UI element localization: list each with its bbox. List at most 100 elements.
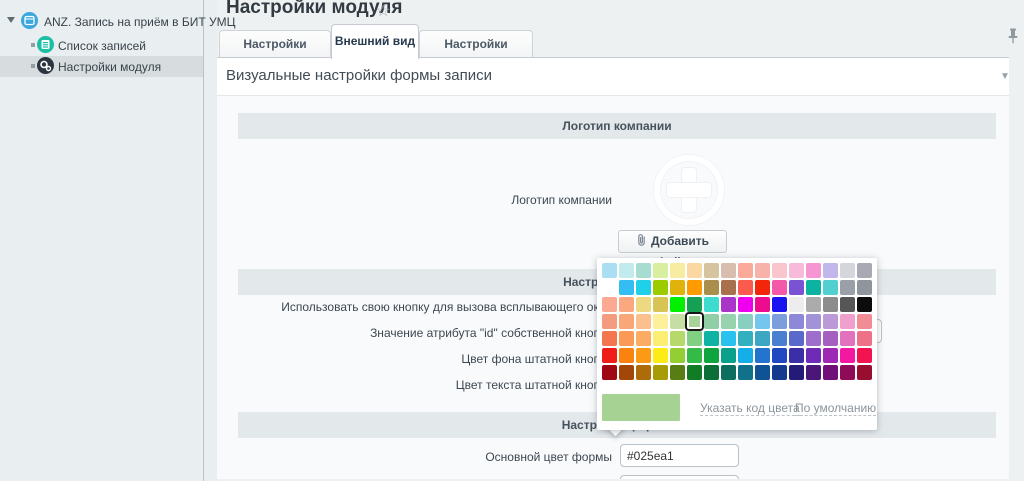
- color-swatch[interactable]: [653, 348, 668, 363]
- default-color-link[interactable]: По умолчанию: [795, 401, 876, 416]
- color-swatch[interactable]: [840, 314, 855, 329]
- color-swatch[interactable]: [738, 365, 753, 380]
- color-swatch[interactable]: [687, 263, 702, 278]
- color-swatch[interactable]: [704, 314, 719, 329]
- tree-expander-icon[interactable]: [7, 17, 15, 23]
- color-swatch[interactable]: [636, 314, 651, 329]
- color-swatch[interactable]: [619, 314, 634, 329]
- color-swatch[interactable]: [738, 297, 753, 312]
- color-swatch[interactable]: [636, 348, 651, 363]
- color-swatch[interactable]: [823, 331, 838, 346]
- color-swatch[interactable]: [704, 348, 719, 363]
- color-swatch[interactable]: [755, 348, 770, 363]
- color-swatch[interactable]: [687, 280, 702, 295]
- color-swatch[interactable]: [704, 280, 719, 295]
- color-swatch[interactable]: [636, 365, 651, 380]
- color-swatch[interactable]: [670, 365, 685, 380]
- add-file-button[interactable]: Добавить файл: [618, 230, 727, 253]
- color-swatch[interactable]: [857, 365, 872, 380]
- sidebar-item-root[interactable]: ANZ. Запись на приём в БИТ УМЦ: [44, 15, 236, 29]
- color-swatch[interactable]: [840, 365, 855, 380]
- set-color-code-link[interactable]: Указать код цвета: [700, 401, 800, 416]
- color-swatch[interactable]: [721, 365, 736, 380]
- color-swatch[interactable]: [704, 365, 719, 380]
- color-swatch[interactable]: [789, 280, 804, 295]
- color-swatch[interactable]: [653, 280, 668, 295]
- color-swatch[interactable]: [806, 314, 821, 329]
- main-form-color-input[interactable]: [620, 444, 739, 467]
- color-swatch[interactable]: [738, 331, 753, 346]
- color-swatch[interactable]: [772, 348, 787, 363]
- color-swatch[interactable]: [653, 297, 668, 312]
- sidebar-item-records-list[interactable]: Список записей: [58, 39, 146, 53]
- color-swatch[interactable]: [755, 280, 770, 295]
- color-swatch[interactable]: [619, 348, 634, 363]
- color-swatch[interactable]: [857, 297, 872, 312]
- color-swatch[interactable]: [721, 314, 736, 329]
- color-swatch[interactable]: [704, 331, 719, 346]
- color-swatch[interactable]: [772, 314, 787, 329]
- color-swatch[interactable]: [738, 263, 753, 278]
- star-icon[interactable]: ☆: [376, 1, 390, 21]
- color-swatch[interactable]: [755, 263, 770, 278]
- next-color-input-partial[interactable]: [620, 475, 739, 479]
- color-swatch[interactable]: [755, 331, 770, 346]
- color-swatch[interactable]: [857, 331, 872, 346]
- color-swatch[interactable]: [772, 365, 787, 380]
- color-swatch[interactable]: [687, 365, 702, 380]
- color-swatch[interactable]: [755, 365, 770, 380]
- color-swatch[interactable]: [806, 263, 821, 278]
- color-swatch[interactable]: [789, 297, 804, 312]
- color-swatch[interactable]: [772, 297, 787, 312]
- color-swatch[interactable]: [840, 348, 855, 363]
- color-swatch[interactable]: [857, 263, 872, 278]
- color-swatch[interactable]: [687, 331, 702, 346]
- color-swatch[interactable]: [653, 365, 668, 380]
- color-swatch[interactable]: [619, 263, 634, 278]
- color-swatch[interactable]: [840, 331, 855, 346]
- color-swatch[interactable]: [755, 314, 770, 329]
- color-swatch[interactable]: [772, 263, 787, 278]
- color-swatch[interactable]: [806, 297, 821, 312]
- color-swatch[interactable]: [636, 280, 651, 295]
- color-swatch[interactable]: [687, 348, 702, 363]
- color-swatch[interactable]: [857, 314, 872, 329]
- color-swatch[interactable]: [789, 348, 804, 363]
- color-swatch[interactable]: [857, 280, 872, 295]
- color-swatch[interactable]: [602, 280, 617, 295]
- color-swatch[interactable]: [806, 348, 821, 363]
- color-swatch[interactable]: [619, 365, 634, 380]
- color-swatch[interactable]: [704, 297, 719, 312]
- color-swatch[interactable]: [721, 348, 736, 363]
- color-swatch[interactable]: [772, 331, 787, 346]
- color-swatch[interactable]: [636, 297, 651, 312]
- color-swatch[interactable]: [636, 263, 651, 278]
- color-swatch[interactable]: [823, 297, 838, 312]
- color-swatch[interactable]: [653, 263, 668, 278]
- sidebar-item-module-settings[interactable]: Настройки модуля: [58, 60, 161, 74]
- color-swatch[interactable]: [772, 280, 787, 295]
- color-swatch[interactable]: [806, 280, 821, 295]
- color-swatch[interactable]: [721, 280, 736, 295]
- color-swatch[interactable]: [670, 297, 685, 312]
- color-swatch[interactable]: [823, 263, 838, 278]
- color-swatch[interactable]: [602, 348, 617, 363]
- color-swatch[interactable]: [602, 297, 617, 312]
- tab-module-settings[interactable]: Настройки модуля: [219, 30, 331, 58]
- color-swatch[interactable]: [653, 331, 668, 346]
- color-swatch[interactable]: [687, 297, 702, 312]
- color-swatch[interactable]: [602, 365, 617, 380]
- color-swatch[interactable]: [619, 331, 634, 346]
- color-swatch[interactable]: [857, 348, 872, 363]
- color-swatch[interactable]: [721, 263, 736, 278]
- color-swatch[interactable]: [721, 297, 736, 312]
- color-swatch[interactable]: [619, 280, 634, 295]
- color-swatch[interactable]: [602, 314, 617, 329]
- color-swatch[interactable]: [653, 314, 668, 329]
- color-swatch[interactable]: [840, 280, 855, 295]
- tab-appearance[interactable]: Внешний вид: [331, 24, 419, 59]
- color-swatch[interactable]: [602, 263, 617, 278]
- color-swatch[interactable]: [738, 314, 753, 329]
- color-swatch[interactable]: [721, 331, 736, 346]
- pin-icon[interactable]: [1007, 28, 1019, 49]
